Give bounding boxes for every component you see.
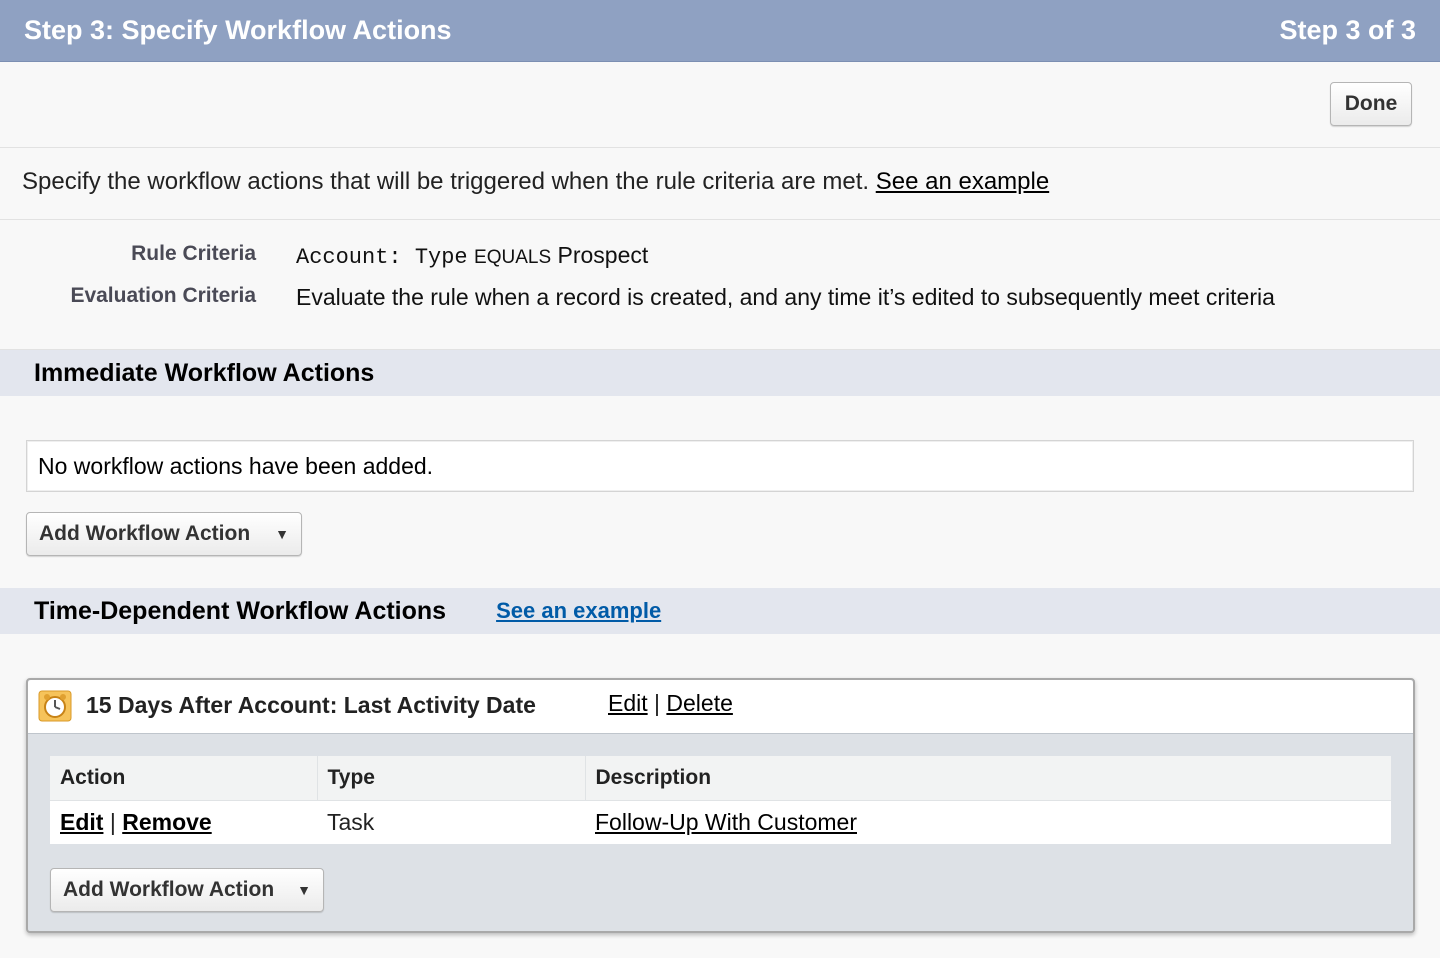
immediate-actions-header: Immediate Workflow Actions — [0, 350, 1440, 396]
delete-trigger-link[interactable]: Delete — [666, 690, 732, 716]
rule-field: Account: Type — [296, 245, 468, 270]
trigger-links: Edit | Delete — [608, 690, 733, 717]
evaluation-criteria-label: Evaluation Criteria — [70, 284, 256, 307]
separator: | — [654, 690, 661, 716]
time-dependent-actions-header: Time-Dependent Workflow Actions See an e… — [0, 588, 1440, 634]
table-row: Edit | Remove Task Follow-Up With Custom… — [50, 800, 1391, 844]
intro-description: Specify the workflow actions that will b… — [22, 168, 876, 195]
column-header-type: Type — [316, 756, 585, 801]
edit-trigger-link[interactable]: Edit — [608, 690, 648, 716]
criteria-section: Rule Criteria Account: Type EQUALS Prosp… — [0, 220, 1440, 350]
row-type: Task — [327, 808, 375, 835]
time-dependent-actions-title: Time-Dependent Workflow Actions — [34, 596, 447, 625]
row-description: Follow-Up With Customer — [585, 800, 1391, 844]
edit-action-link[interactable]: Edit — [60, 809, 103, 835]
column-header-description: Description — [584, 756, 1391, 801]
add-immediate-action-button[interactable]: Add Workflow Action ▼ — [26, 512, 302, 556]
add-time-dependent-action-button[interactable]: Add Workflow Action ▼ — [50, 868, 324, 912]
no-actions-message: No workflow actions have been added. — [26, 440, 1414, 492]
wizard-title-bar: Step 3: Specify Workflow Actions Step 3 … — [0, 0, 1440, 62]
remove-action-link[interactable]: Remove — [122, 809, 211, 835]
rule-criteria-label: Rule Criteria — [131, 242, 256, 265]
row-action-links: Edit | Remove — [50, 800, 317, 844]
page-title: Step 3: Specify Workflow Actions — [24, 15, 452, 45]
rule-operator: EQUALS — [474, 247, 552, 268]
actions-table: Action Type Description Edit | Remove Ta… — [50, 756, 1391, 844]
separator: | — [109, 808, 116, 835]
time-dependent-example-link[interactable]: See an example — [496, 598, 661, 624]
add-action-label: Add Workflow Action — [39, 522, 251, 545]
immediate-actions-title: Immediate Workflow Actions — [34, 358, 375, 387]
caret-down-icon: ▼ — [275, 526, 289, 542]
column-header-action: Action — [50, 756, 317, 801]
alarm-clock-icon — [38, 690, 72, 722]
toolbar: Done — [0, 62, 1440, 148]
time-trigger-title: 15 Days After Account: Last Activity Dat… — [86, 692, 536, 718]
time-trigger-panel: 15 Days After Account: Last Activity Dat… — [26, 678, 1415, 933]
intro-text: Specify the workflow actions that will b… — [0, 148, 1440, 220]
caret-down-icon: ▼ — [297, 882, 311, 898]
task-description-link[interactable]: Follow-Up With Customer — [595, 809, 857, 835]
add-action-label: Add Workflow Action — [63, 878, 275, 901]
rule-criteria-value: Account: Type EQUALS Prospect — [296, 242, 648, 270]
rule-value: Prospect — [557, 242, 649, 268]
step-indicator: Step 3 of 3 — [1279, 15, 1416, 45]
evaluation-criteria-value: Evaluate the rule when a record is creat… — [296, 284, 1275, 310]
time-trigger-header: 15 Days After Account: Last Activity Dat… — [28, 680, 1413, 734]
see-example-link[interactable]: See an example — [876, 168, 1049, 195]
done-button[interactable]: Done — [1330, 82, 1412, 126]
